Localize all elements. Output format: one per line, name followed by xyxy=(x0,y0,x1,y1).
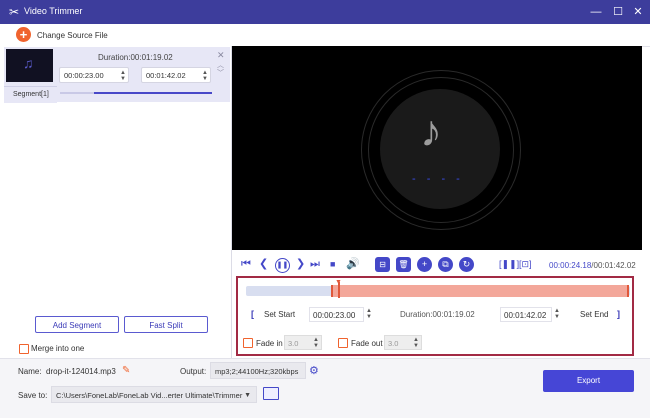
segment-range-bar xyxy=(60,92,212,94)
time-display: 00:00:24.18/00:01:42.02 xyxy=(549,261,636,270)
output-format-field: mp3;2;44100Hz;320kbps xyxy=(210,362,306,379)
segment-start-field[interactable]: 00:00:23.00 ▲ ▼ xyxy=(59,67,129,83)
start-time-input[interactable]: 00:00:23.00 xyxy=(309,307,364,322)
file-name: drop-it-124014.mp3 xyxy=(46,367,116,376)
skip-start-icon[interactable]: ⏮ xyxy=(241,258,251,270)
set-end-button[interactable]: Set End xyxy=(580,310,608,319)
segment-reorder-icon[interactable]: ︿ ﹀ xyxy=(217,62,224,78)
name-label: Name: xyxy=(18,367,42,376)
fade-out-checkbox[interactable] xyxy=(338,338,348,348)
settings-gear-icon[interactable]: ⚙ xyxy=(309,364,319,377)
fade-out-spinner-icon[interactable]: ▲ ▼ xyxy=(413,337,419,349)
add-segment-button[interactable]: Add Segment xyxy=(35,316,119,333)
segment-end-field[interactable]: 00:01:42.02 ▲ ▼ xyxy=(141,67,211,83)
timeline-selection[interactable] xyxy=(331,285,629,297)
end-spinner-icon[interactable]: ▲ ▼ xyxy=(554,308,560,320)
previous-frame-icon[interactable]: ❮ xyxy=(259,258,268,270)
segment-tab[interactable]: Segment[1] xyxy=(4,86,57,103)
total-time: /00:01:42.02 xyxy=(591,261,636,270)
copy-icon[interactable]: ⧉ xyxy=(438,257,453,272)
frame-icon[interactable]: [❚❚] xyxy=(499,258,519,270)
segment-end-value: 00:01:42.02 xyxy=(146,71,186,80)
folder-icon[interactable] xyxy=(263,387,279,400)
segment-duration: Duration:00:01:19.02 xyxy=(98,53,173,62)
merge-label: Merge into one xyxy=(31,344,85,353)
edit-icon[interactable]: ✎ xyxy=(122,365,130,376)
fade-out-value: 3.0 xyxy=(388,339,399,348)
pause-icon[interactable]: ❚❚ xyxy=(275,258,290,273)
segment-tab-label: Segment[1] xyxy=(13,91,49,98)
add-icon[interactable]: + xyxy=(417,257,432,272)
set-start-button[interactable]: Set Start xyxy=(264,310,295,319)
stop-icon[interactable]: ■ xyxy=(330,258,335,270)
plus-icon[interactable]: + xyxy=(16,27,31,42)
segment-start-value: 00:00:23.00 xyxy=(64,71,104,80)
fade-out-input[interactable]: 3.0 ▲ ▼ xyxy=(384,335,422,350)
playhead-marker-icon[interactable]: ▼ xyxy=(335,279,342,286)
trim-duration: Duration:00:01:19.02 xyxy=(400,310,475,319)
maximize-button[interactable]: ☐ xyxy=(608,3,628,21)
fade-in-checkbox[interactable] xyxy=(243,338,253,348)
title-bar: ✂ Video Trimmer — ☐ ✕ xyxy=(0,0,650,24)
output-label: Output: xyxy=(180,367,207,376)
volume-icon[interactable]: 🔊 xyxy=(346,258,360,270)
fade-in-value: 3.0 xyxy=(288,339,299,348)
fade-in-spinner-icon[interactable]: ▲ ▼ xyxy=(313,337,319,349)
reset-icon[interactable]: ↻ xyxy=(459,257,474,272)
fade-in-input[interactable]: 3.0 ▲ ▼ xyxy=(284,335,322,350)
export-button[interactable]: Export xyxy=(543,370,634,392)
current-time: 00:00:24.18 xyxy=(549,261,592,270)
spinner-icon[interactable]: ▲ ▼ xyxy=(120,70,126,82)
change-source-button[interactable]: Change Source File xyxy=(37,31,108,40)
next-frame-icon[interactable]: ❯ xyxy=(296,258,305,270)
music-note-icon: ♫ xyxy=(23,55,34,71)
bracket-close-icon: ] xyxy=(617,309,620,319)
merge-checkbox[interactable] xyxy=(19,344,29,354)
save-path-select[interactable]: C:\Users\FoneLab\FoneLab Vid...erter Ult… xyxy=(51,386,257,403)
chevron-down-icon[interactable]: ▼ xyxy=(244,387,251,404)
start-spinner-icon[interactable]: ▲ ▼ xyxy=(366,308,372,320)
skip-end-icon[interactable]: ⏭ xyxy=(310,258,320,270)
split-icon[interactable]: ⊟ xyxy=(375,257,390,272)
save-path-value: C:\Users\FoneLab\FoneLab Vid...erter Ult… xyxy=(56,391,243,400)
audio-level-indicator: - - - - xyxy=(412,173,464,185)
fade-out-label: Fade out xyxy=(351,339,383,348)
bracket-open-icon: [ xyxy=(251,309,254,319)
spinner-icon[interactable]: ▲ ▼ xyxy=(202,70,208,82)
crop-icon[interactable]: [⊡] xyxy=(519,258,532,270)
fade-in-label: Fade in xyxy=(256,339,283,348)
minimize-button[interactable]: — xyxy=(586,3,606,21)
fast-split-button[interactable]: Fast Split xyxy=(124,316,208,333)
end-time-input[interactable]: 00:01:42.02 xyxy=(500,307,552,322)
window-title: Video Trimmer xyxy=(24,6,83,16)
scissors-icon: ✂ xyxy=(8,5,20,19)
segment-delete-icon[interactable]: ✕ xyxy=(217,50,225,61)
close-button[interactable]: ✕ xyxy=(628,3,648,21)
music-note-icon: ♪ xyxy=(420,107,442,156)
delete-icon[interactable]: 🗑 xyxy=(396,257,411,272)
segment-thumbnail: ♫ xyxy=(6,49,53,82)
save-to-label: Save to: xyxy=(18,391,48,400)
